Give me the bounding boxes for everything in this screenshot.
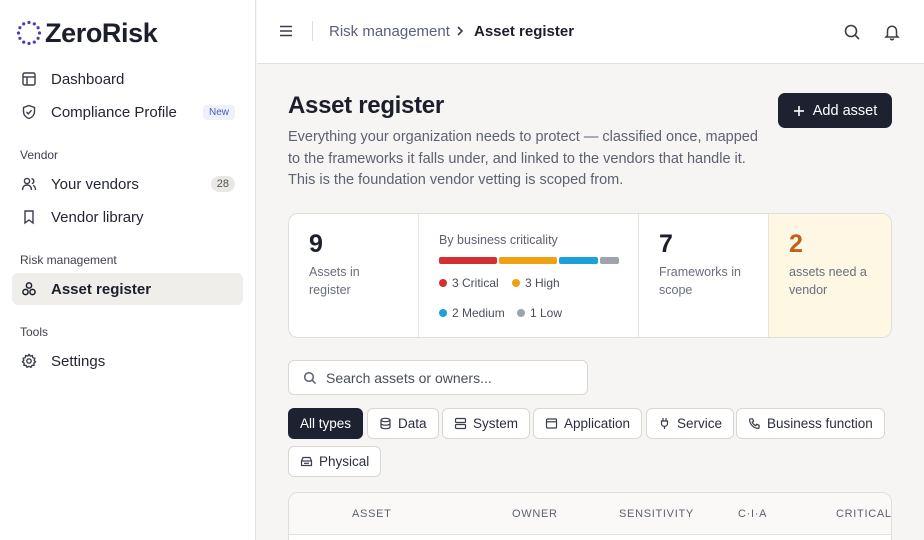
users-icon <box>21 177 37 191</box>
assets-count: 9 <box>309 230 323 258</box>
filter-business-function[interactable]: Business function <box>736 408 885 439</box>
filter-data[interactable]: Data <box>367 408 439 439</box>
chip-label: Service <box>677 416 723 431</box>
chip-label: Application <box>564 416 631 431</box>
server-icon <box>454 417 467 430</box>
logo[interactable]: ZeroRisk <box>16 18 158 48</box>
page-description: Everything your organization needs to pr… <box>288 129 758 188</box>
filter-application[interactable]: Application <box>533 408 643 439</box>
sidebar-item-label: Dashboard <box>51 70 125 88</box>
dashboard-icon <box>22 72 36 86</box>
chip-label: Physical <box>319 454 370 469</box>
plug-icon <box>660 418 669 429</box>
sidebar-item-vendor-library[interactable]: Vendor library <box>12 201 243 233</box>
chip-label: All types <box>300 416 352 431</box>
frameworks-label: Frameworks in scope <box>659 265 741 297</box>
search-icon <box>303 371 317 384</box>
breadcrumb-risk-management[interactable]: Risk management <box>329 23 450 40</box>
page-title: Asset register <box>288 92 444 119</box>
criticality-title: By business criticality <box>439 233 558 247</box>
legend-low-label: 1 Low <box>530 306 563 320</box>
search-icon[interactable] <box>843 23 861 41</box>
legend-high-label: 3 High <box>525 276 560 290</box>
vendor-count-badge: 28 <box>210 176 235 192</box>
filter-all-types[interactable]: All types <box>288 408 364 439</box>
app-window-icon <box>545 418 558 429</box>
new-badge: New <box>202 104 235 120</box>
sidebar-item-compliance-profile[interactable]: Compliance Profile New <box>12 96 243 128</box>
stat-criticality: By business criticality 3 Critical 3 Hig… <box>419 214 639 337</box>
critical-dot <box>439 279 447 287</box>
add-asset-button[interactable]: Add asset <box>778 93 892 128</box>
high-dot <box>512 279 520 287</box>
add-asset-label: Add asset <box>812 102 878 119</box>
column-header-owner[interactable]: OWNER <box>512 508 558 520</box>
sidebar-item-label: Vendor library <box>51 208 144 226</box>
table-header: ASSET OWNER SENSITIVITY C·I·A CRITICALIT… <box>289 493 891 535</box>
plus-icon <box>793 105 804 116</box>
divider <box>312 21 313 41</box>
chip-label: Data <box>398 416 427 431</box>
column-header-criticality[interactable]: CRITICALITY <box>836 508 891 520</box>
chip-label: Business function <box>767 416 873 431</box>
filter-service[interactable]: Service <box>646 408 735 439</box>
section-label-risk-management: Risk management <box>20 253 117 267</box>
asset-table: ASSET OWNER SENSITIVITY C·I·A CRITICALIT… <box>288 492 892 540</box>
stat-assets: 9 Assets in register <box>289 214 419 337</box>
sidebar-item-label: Compliance Profile <box>51 103 177 121</box>
legend-critical: 3 Critical <box>439 276 499 290</box>
menu-icon[interactable] <box>277 22 295 40</box>
sidebar-item-settings[interactable]: Settings <box>12 345 243 377</box>
topbar: Risk management Asset register <box>257 0 924 64</box>
sidebar-item-asset-register[interactable]: Asset register <box>12 273 243 305</box>
sidebar-item-label: Your vendors <box>51 175 139 193</box>
legend-medium-label: 2 Medium <box>452 306 505 320</box>
column-header-cia[interactable]: C·I·A <box>738 508 767 520</box>
gear-icon <box>21 353 37 369</box>
column-header-sensitivity[interactable]: SENSITIVITY <box>619 508 694 520</box>
stat-frameworks: 7 Frameworks in scope <box>639 214 769 337</box>
legend-low: 1 Low <box>517 306 562 320</box>
hardware-icon <box>300 456 313 467</box>
criticality-bar <box>439 257 619 264</box>
need-vendor-label: assets need a vendor <box>789 265 867 297</box>
legend-high: 3 High <box>512 276 560 290</box>
chip-label: System <box>473 416 519 431</box>
app-name: ZeroRisk <box>45 18 158 48</box>
stats-card: 9 Assets in register By business critica… <box>288 213 892 338</box>
filter-system[interactable]: System <box>442 408 531 439</box>
breadcrumb-asset-register: Asset register <box>474 23 575 40</box>
sidebar-item-dashboard[interactable]: Dashboard <box>12 63 243 95</box>
assets-label: Assets in register <box>309 265 360 297</box>
chevron-right-icon <box>457 26 464 36</box>
column-header-asset[interactable]: ASSET <box>352 508 392 520</box>
filter-physical[interactable]: Physical <box>288 446 382 477</box>
stat-need-vendor[interactable]: 2 assets need a vendor <box>769 214 891 337</box>
search-box[interactable] <box>288 360 588 395</box>
bookmark-icon <box>24 210 34 225</box>
sidebar-item-label: Asset register <box>51 280 152 298</box>
section-label-vendor: Vendor <box>20 148 59 162</box>
sidebar-item-your-vendors[interactable]: Your vendors 28 <box>12 168 243 200</box>
sidebar: ZeroRisk Dashboard Compliance Profile Ne… <box>0 0 256 540</box>
shield-check-icon <box>22 104 36 120</box>
frameworks-count: 7 <box>659 230 673 258</box>
sidebar-item-label: Settings <box>51 352 106 370</box>
legend-medium: 2 Medium <box>439 306 505 320</box>
phone-icon <box>748 418 760 430</box>
low-dot <box>517 309 525 317</box>
medium-dot <box>439 309 447 317</box>
bell-icon[interactable] <box>883 23 901 41</box>
search-input[interactable] <box>326 369 566 386</box>
asset-icon <box>22 282 36 296</box>
database-icon <box>380 417 391 430</box>
section-label-tools: Tools <box>20 325 49 339</box>
zerorisk-logo-icon <box>16 20 42 46</box>
need-vendor-count: 2 <box>789 230 803 258</box>
legend-critical-label: 3 Critical <box>452 276 499 290</box>
